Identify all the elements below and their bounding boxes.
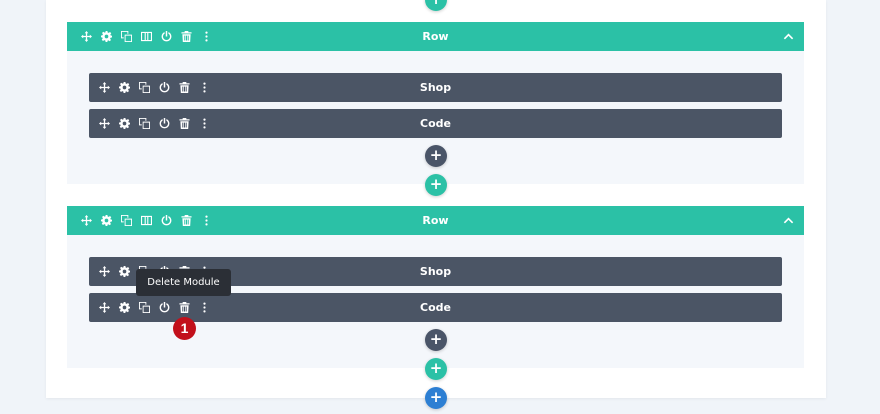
add-module-button[interactable]: +	[425, 145, 447, 167]
add-row-button[interactable]: +	[425, 358, 447, 380]
module-bar[interactable]: Code	[89, 293, 782, 322]
more-options-icon[interactable]	[194, 73, 214, 102]
step-number-badge: 1	[173, 317, 196, 340]
power-icon[interactable]	[154, 293, 174, 322]
row-settings-bar[interactable]: Row	[67, 206, 804, 235]
duplicate-icon[interactable]	[134, 109, 154, 138]
trash-icon[interactable]	[174, 109, 194, 138]
delete-module-tooltip: Delete Module	[136, 269, 231, 296]
gear-icon[interactable]	[96, 22, 116, 51]
power-icon[interactable]	[154, 109, 174, 138]
gear-icon[interactable]	[114, 257, 134, 286]
trash-icon[interactable]	[176, 22, 196, 51]
chevron-up-icon[interactable]	[783, 215, 794, 226]
module-toolbar	[94, 109, 214, 138]
move-icon[interactable]	[94, 109, 114, 138]
gear-icon[interactable]	[114, 73, 134, 102]
module-toolbar	[94, 73, 214, 102]
move-icon[interactable]	[94, 257, 114, 286]
columns-icon[interactable]	[136, 22, 156, 51]
duplicate-icon[interactable]	[116, 206, 136, 235]
move-icon[interactable]	[94, 73, 114, 102]
module-toolbar	[94, 293, 214, 322]
more-options-icon[interactable]	[194, 109, 214, 138]
more-options-icon[interactable]	[196, 206, 216, 235]
row-toolbar	[76, 22, 216, 51]
power-icon[interactable]	[156, 206, 176, 235]
add-module-button[interactable]: +	[425, 329, 447, 351]
more-options-icon[interactable]	[196, 22, 216, 51]
more-options-icon[interactable]	[194, 293, 214, 322]
gear-icon[interactable]	[114, 293, 134, 322]
duplicate-icon[interactable]	[134, 293, 154, 322]
module-bar[interactable]: Code	[89, 109, 782, 138]
columns-icon[interactable]	[136, 206, 156, 235]
move-icon[interactable]	[76, 22, 96, 51]
gear-icon[interactable]	[96, 206, 116, 235]
trash-icon[interactable]	[176, 206, 196, 235]
chevron-up-icon[interactable]	[783, 31, 794, 42]
row-settings-bar[interactable]: Row	[67, 22, 804, 51]
module-bar[interactable]: Shop	[89, 73, 782, 102]
duplicate-icon[interactable]	[134, 73, 154, 102]
row-toolbar	[76, 206, 216, 235]
move-icon[interactable]	[76, 206, 96, 235]
power-icon[interactable]	[156, 22, 176, 51]
move-icon[interactable]	[94, 293, 114, 322]
gear-icon[interactable]	[114, 109, 134, 138]
duplicate-icon[interactable]	[116, 22, 136, 51]
add-section-button[interactable]: +	[425, 387, 447, 409]
add-row-button[interactable]: +	[425, 174, 447, 196]
trash-icon[interactable]	[174, 73, 194, 102]
power-icon[interactable]	[154, 73, 174, 102]
